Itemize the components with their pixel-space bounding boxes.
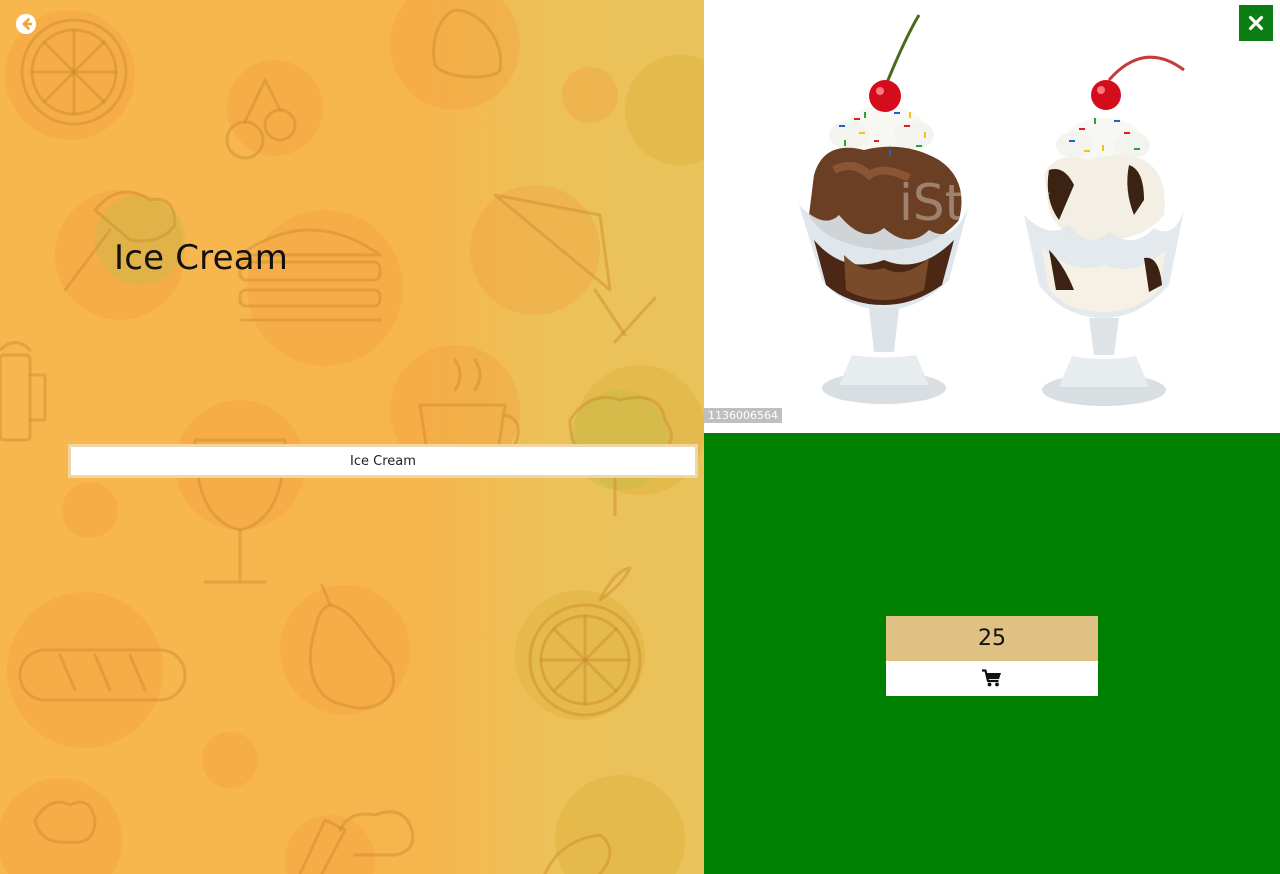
back-button[interactable] — [16, 14, 36, 34]
arrow-left-circle-icon — [16, 14, 36, 34]
product-detail-panel: Ice Cream — [0, 0, 704, 874]
price-display: 25 — [886, 616, 1098, 661]
close-icon — [1248, 15, 1264, 31]
product-title: Ice Cream — [114, 238, 289, 278]
image-stock-id: 1136006564 — [704, 408, 782, 423]
shopping-cart-icon — [982, 669, 1001, 687]
svg-text:iStock: iStock — [899, 174, 1051, 232]
close-button[interactable] — [1239, 5, 1273, 41]
ice-cream-sundae-image: iStock — [799, 14, 1185, 406]
product-name-field[interactable] — [68, 444, 698, 478]
product-image: iStock 1136006564 — [704, 0, 1280, 433]
add-to-cart-button[interactable] — [886, 661, 1098, 696]
food-pattern-background — [0, 0, 704, 874]
